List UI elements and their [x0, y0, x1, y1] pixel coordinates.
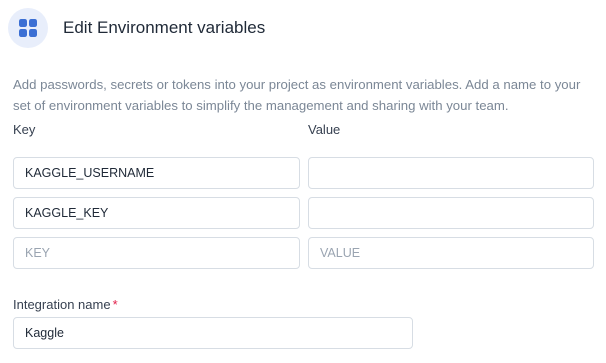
value-column-label: Value: [308, 122, 341, 137]
integration-name-label-text: Integration name: [13, 297, 111, 312]
env-key-input-2[interactable]: [13, 197, 300, 229]
env-value-input-2[interactable]: [308, 197, 594, 229]
new-key-input[interactable]: [13, 237, 300, 269]
grid-apps-icon: [8, 8, 48, 48]
new-value-input[interactable]: [308, 237, 594, 269]
env-value-input-1[interactable]: [308, 157, 594, 189]
required-marker: *: [112, 297, 118, 312]
integration-name-input[interactable]: [13, 317, 413, 349]
env-key-input-1[interactable]: [13, 157, 300, 189]
key-column-label: Key: [13, 122, 36, 137]
integration-name-label: Integration name *: [13, 297, 118, 312]
dialog-header: Edit Environment variables: [8, 8, 265, 48]
dialog-title: Edit Environment variables: [63, 18, 266, 37]
description-text: Add passwords, secrets or tokens into yo…: [13, 77, 581, 113]
